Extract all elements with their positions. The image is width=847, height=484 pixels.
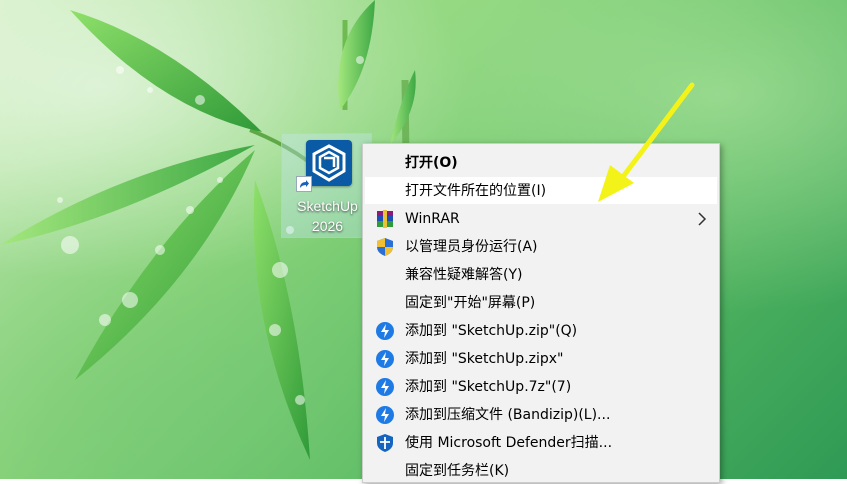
yellow-arrow-icon — [598, 82, 695, 202]
